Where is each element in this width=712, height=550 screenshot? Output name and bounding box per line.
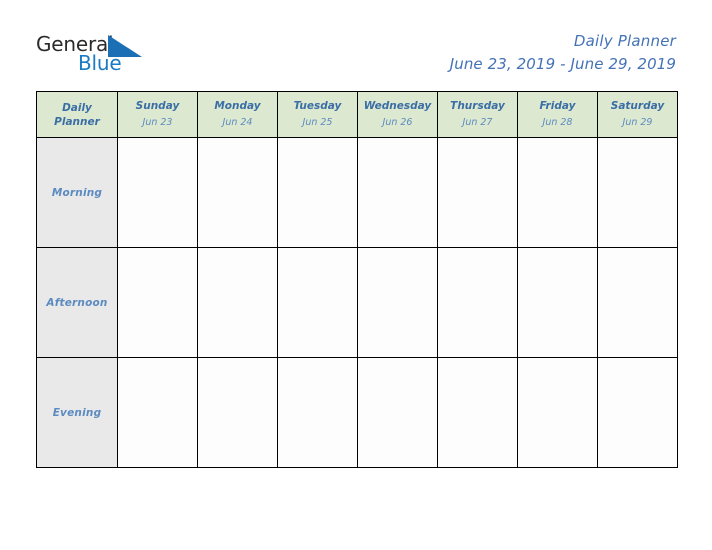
time-slot-label-evening: Evening: [36, 357, 118, 468]
page-header: General Blue Daily Planner June 23, 2019…: [0, 0, 712, 90]
planner-cell-evening-sunday[interactable]: [117, 357, 198, 468]
planner-header-row: Daily Planner Sunday Jun 23 Monday Jun 2…: [36, 91, 678, 138]
planner-cell-morning-monday[interactable]: [197, 137, 278, 248]
day-date-saturday: Jun 29: [622, 117, 653, 128]
planner-row-morning: Morning: [36, 137, 678, 248]
day-date-tuesday: Jun 25: [302, 117, 333, 128]
planner-cell-morning-sunday[interactable]: [117, 137, 198, 248]
day-header-monday: Monday Jun 24: [197, 91, 278, 138]
time-slot-label-morning: Morning: [36, 137, 118, 248]
time-slot-label-afternoon: Afternoon: [36, 247, 118, 358]
day-header-wednesday: Wednesday Jun 26: [357, 91, 438, 138]
planner-cell-afternoon-sunday[interactable]: [117, 247, 198, 358]
day-name-wednesday: Wednesday: [363, 100, 432, 112]
page-title: Daily Planner: [573, 32, 676, 50]
planner-cell-afternoon-wednesday[interactable]: [357, 247, 438, 358]
corner-label-line1: Daily: [62, 101, 92, 114]
planner-cell-evening-monday[interactable]: [197, 357, 278, 468]
day-date-friday: Jun 28: [542, 117, 573, 128]
planner-cell-morning-tuesday[interactable]: [277, 137, 358, 248]
day-header-thursday: Thursday Jun 27: [437, 91, 518, 138]
day-name-saturday: Saturday: [610, 100, 665, 112]
planner-corner-header: Daily Planner: [36, 91, 118, 138]
planner-cell-evening-wednesday[interactable]: [357, 357, 438, 468]
planner-cell-afternoon-monday[interactable]: [197, 247, 278, 358]
day-date-monday: Jun 24: [222, 117, 253, 128]
date-range: June 23, 2019 - June 29, 2019: [449, 55, 676, 73]
planner-row-evening: Evening: [36, 357, 678, 468]
logo-text-blue: Blue: [78, 51, 122, 75]
planner-cell-afternoon-tuesday[interactable]: [277, 247, 358, 358]
planner-table: Daily Planner Sunday Jun 23 Monday Jun 2…: [36, 91, 678, 468]
planner-cell-evening-saturday[interactable]: [597, 357, 678, 468]
day-header-saturday: Saturday Jun 29: [597, 91, 678, 138]
daily-planner-page: General Blue Daily Planner June 23, 2019…: [0, 0, 712, 550]
title-block: Daily Planner June 23, 2019 - June 29, 2…: [450, 30, 676, 76]
planner-cell-evening-friday[interactable]: [517, 357, 598, 468]
day-date-sunday: Jun 23: [142, 117, 173, 128]
day-name-thursday: Thursday: [450, 100, 505, 112]
day-date-thursday: Jun 27: [462, 117, 493, 128]
day-name-tuesday: Tuesday: [293, 100, 342, 112]
day-name-friday: Friday: [539, 100, 576, 112]
planner-cell-afternoon-thursday[interactable]: [437, 247, 518, 358]
day-header-friday: Friday Jun 28: [517, 91, 598, 138]
planner-row-afternoon: Afternoon: [36, 247, 678, 358]
planner-cell-morning-saturday[interactable]: [597, 137, 678, 248]
planner-cell-evening-tuesday[interactable]: [277, 357, 358, 468]
corner-label-line2: Planner: [54, 115, 100, 128]
day-header-tuesday: Tuesday Jun 25: [277, 91, 358, 138]
planner-cell-evening-thursday[interactable]: [437, 357, 518, 468]
day-name-sunday: Sunday: [135, 100, 180, 112]
planner-cell-morning-wednesday[interactable]: [357, 137, 438, 248]
planner-cell-morning-thursday[interactable]: [437, 137, 518, 248]
generalblue-logo[interactable]: General Blue: [36, 33, 266, 81]
planner-cell-afternoon-friday[interactable]: [517, 247, 598, 358]
planner-cell-morning-friday[interactable]: [517, 137, 598, 248]
day-header-sunday: Sunday Jun 23: [117, 91, 198, 138]
day-name-monday: Monday: [214, 100, 261, 112]
day-date-wednesday: Jun 26: [382, 117, 413, 128]
planner-cell-afternoon-saturday[interactable]: [597, 247, 678, 358]
